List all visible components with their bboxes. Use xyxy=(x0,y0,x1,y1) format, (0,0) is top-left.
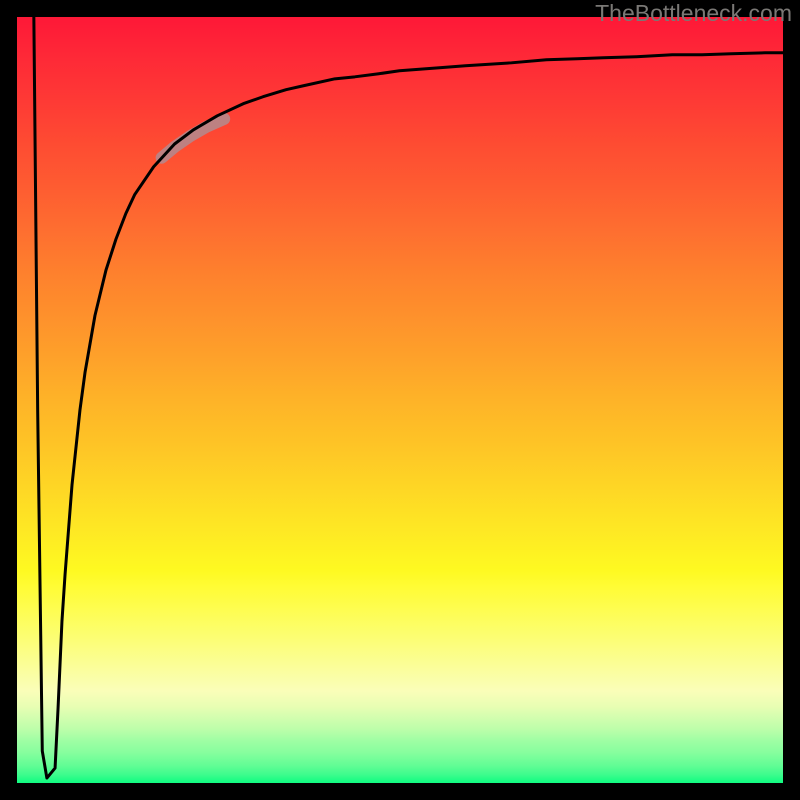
chart-frame: TheBottleneck.com xyxy=(0,0,800,800)
plot-background-gradient xyxy=(17,17,783,783)
watermark-text: TheBottleneck.com xyxy=(595,0,792,27)
